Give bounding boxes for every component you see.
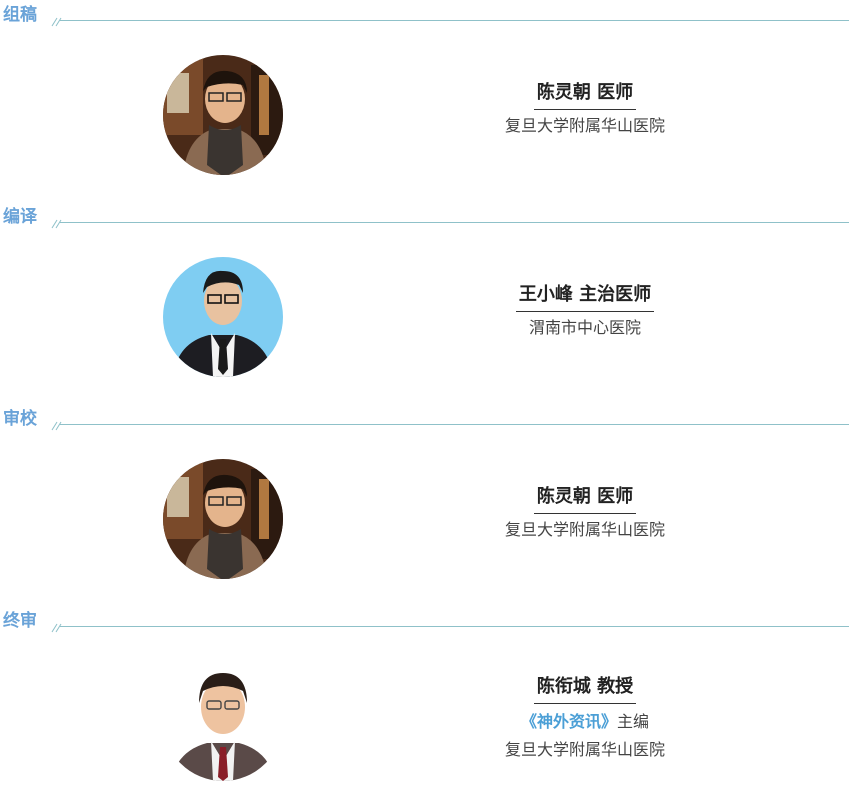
divider-line [60, 424, 849, 425]
section-header: 组稿 [0, 5, 855, 29]
person-role: 主编 [617, 712, 650, 731]
section-header: 终审 [0, 611, 855, 635]
avatar [163, 459, 283, 579]
divider-line [60, 20, 849, 21]
avatar [163, 257, 283, 377]
section-header: 审校 [0, 409, 855, 433]
person-info: 王小峰 主治医师 渭南市中心医院 [480, 283, 690, 342]
avatar [163, 661, 283, 781]
section-title: 审校 [3, 409, 37, 429]
person-affiliation: 渭南市中心医院 [528, 318, 641, 337]
person-name: 陈灵朝 医师 [533, 81, 637, 110]
person-affiliation: 复旦大学附属华山医院 [504, 116, 665, 135]
person-name: 陈灵朝 医师 [533, 485, 637, 514]
publication-title: 《神外资讯》 [520, 712, 617, 731]
person-info: 陈衔城 教授 《神外资讯》主编 复旦大学附属华山医院 [480, 675, 690, 764]
portrait-young-man-scarf [163, 55, 283, 175]
person-affiliation: 复旦大学附属华山医院 [504, 740, 665, 759]
portrait-older-man-suit [163, 661, 283, 781]
person-role-line: 《神外资讯》主编 [480, 708, 690, 736]
avatar [163, 55, 283, 175]
section-title: 编译 [3, 207, 37, 227]
section-title: 组稿 [3, 5, 37, 25]
portrait-man-suit-blue-bg [163, 257, 283, 377]
divider-line [60, 222, 849, 223]
person-name: 陈衔城 教授 [533, 675, 637, 704]
person-info: 陈灵朝 医师 复旦大学附属华山医院 [480, 81, 690, 140]
section-title: 终审 [3, 611, 37, 631]
portrait-young-man-scarf [163, 459, 283, 579]
person-info: 陈灵朝 医师 复旦大学附属华山医院 [480, 485, 690, 544]
section-header: 编译 [0, 207, 855, 231]
person-affiliation: 复旦大学附属华山医院 [504, 520, 665, 539]
person-name: 王小峰 主治医师 [515, 283, 655, 312]
divider-line [60, 626, 849, 627]
